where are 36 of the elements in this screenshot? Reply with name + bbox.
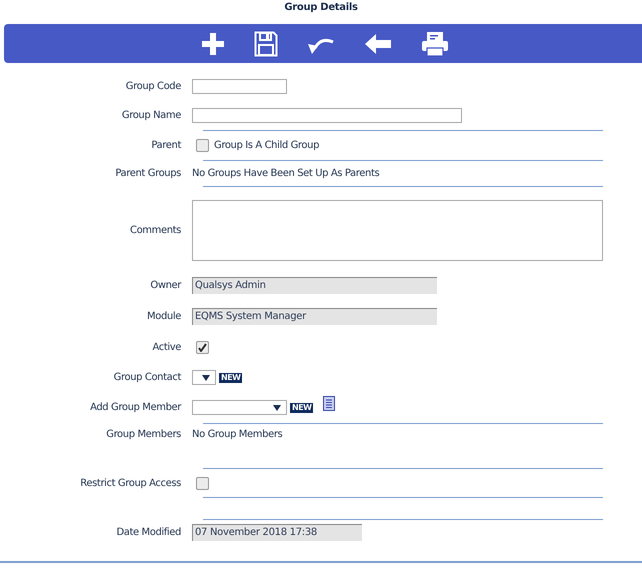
- input-field[interactable]: [192, 79, 287, 94]
- field-label: Module: [146, 311, 182, 322]
- field-label: Group Name: [120, 110, 182, 121]
- input-field[interactable]: [192, 108, 462, 123]
- field-label: Restrict Group Access: [79, 478, 182, 488]
- field-label: Add Group Member: [89, 402, 182, 413]
- field-label: Date Modified: [115, 526, 182, 538]
- checkbox[interactable]: [196, 476, 209, 490]
- comments-field[interactable]: [192, 200, 603, 261]
- back-arrow-icon[interactable]: [364, 32, 392, 54]
- info-text: No Group Members: [192, 428, 282, 440]
- checkbox[interactable]: [196, 341, 209, 354]
- dropdown-arrow-icon: [273, 404, 281, 410]
- readonly-field: 07 November 2018 17:38: [192, 524, 362, 540]
- print-icon[interactable]: [421, 30, 449, 56]
- dropdown[interactable]: [192, 370, 216, 385]
- dropdown-arrow-icon: [202, 374, 210, 380]
- add-icon[interactable]: [201, 32, 225, 56]
- new-button[interactable]: NEW: [219, 372, 242, 382]
- page-title: Group Details: [283, 1, 359, 15]
- readonly-field: EQMS System Manager: [192, 308, 437, 325]
- readonly-field: Qualsys Admin: [192, 277, 437, 294]
- field-label: Parent: [150, 140, 182, 151]
- checkbox-label: Group Is A Child Group: [214, 140, 320, 151]
- save-icon[interactable]: [254, 30, 278, 56]
- field-label: Group Code: [124, 81, 182, 92]
- field-label: Owner: [149, 280, 182, 291]
- field-label: Group Members: [105, 428, 182, 440]
- field-label: Comments: [128, 225, 182, 236]
- info-text: No Groups Have Been Set Up As Parents: [192, 168, 380, 179]
- field-label: Parent Groups: [114, 168, 182, 179]
- field-label: Active: [151, 342, 182, 353]
- document-icon[interactable]: [323, 396, 336, 411]
- checkbox[interactable]: [196, 139, 209, 152]
- new-button[interactable]: NEW: [290, 402, 314, 412]
- field-label: Group Contact: [112, 372, 182, 383]
